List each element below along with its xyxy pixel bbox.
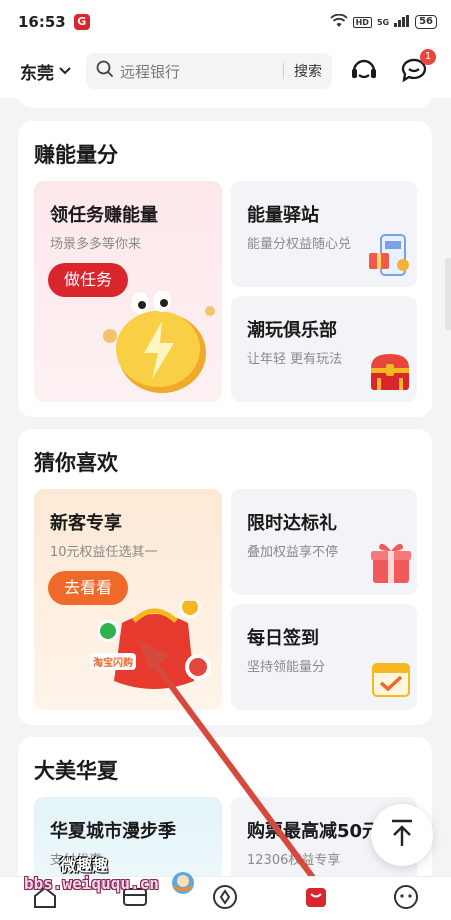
gift-phone-icon <box>367 231 413 285</box>
arrow-up-icon <box>388 818 416 852</box>
top-header: 东莞 远程银行 搜索 1 <box>0 44 451 98</box>
headset-icon <box>348 53 380 89</box>
treasure-chest-icon <box>367 348 413 398</box>
nav-discover[interactable] <box>205 879 245 919</box>
watermark-text: 微趣趣 <box>60 856 109 875</box>
brand-tag: 淘宝闪购 <box>90 653 136 670</box>
status-indicators: HD 5G 56 <box>329 13 437 31</box>
wifi-icon <box>329 13 348 31</box>
search-bar[interactable]: 远程银行 搜索 <box>86 53 332 89</box>
message-count-badge: 1 <box>420 49 436 65</box>
earn-points-section: 赚能量分 领任务赚能量 场景多多等你来 做任务 能量驿站 能量分权益随心兑 潮玩… <box>18 121 432 417</box>
section-title: 猜你喜欢 <box>34 451 118 475</box>
back-to-top-button[interactable] <box>371 804 433 866</box>
signal-icon <box>394 14 410 30</box>
city-label: 东莞 <box>20 63 54 84</box>
section-title: 赚能量分 <box>34 143 118 167</box>
app-notification-icon: G <box>73 14 90 30</box>
status-time: 16:53 <box>18 13 66 31</box>
trend-club-tile[interactable]: 潮玩俱乐部 让年轻 更有玩法 <box>231 296 417 402</box>
tile-subtitle: 12306权益专享 <box>247 853 341 868</box>
search-icon <box>96 60 114 82</box>
search-button[interactable]: 搜索 <box>294 61 322 81</box>
tile-title: 购票最高减50元 <box>247 821 381 842</box>
limited-reward-tile[interactable]: 限时达标礼 叠加权益享不停 <box>231 489 417 595</box>
energy-station-tile[interactable]: 能量驿站 能量分权益随心兑 <box>231 181 417 287</box>
watermark-url: bbs.weiququ.cn <box>24 874 159 893</box>
hd-indicator: HD <box>352 16 372 28</box>
forum-watermark: 微趣趣 bbs.weiququ.cn <box>24 852 194 902</box>
profile-icon <box>393 884 419 914</box>
search-divider <box>283 63 284 79</box>
tile-subtitle: 10元权益任选其一 <box>50 545 158 560</box>
status-bar: 16:53 G HD 5G 56 <box>0 0 451 44</box>
go-see-button[interactable]: 去看看 <box>48 571 129 605</box>
customer-service-button[interactable] <box>346 53 382 89</box>
city-selector[interactable]: 东莞 <box>20 59 72 84</box>
tile-title: 每日签到 <box>247 628 319 649</box>
new-customer-tile[interactable]: 新客专享 10元权益任选其一 去看看 淘宝闪购 <box>34 489 222 710</box>
tile-title: 领任务赚能量 <box>50 205 158 226</box>
messages-button[interactable]: 1 <box>396 49 436 89</box>
search-input[interactable]: 远程银行 <box>120 61 283 82</box>
nav-life[interactable] <box>296 879 336 919</box>
previous-section-card <box>18 92 432 108</box>
chevron-down-icon <box>58 61 72 81</box>
nav-mine[interactable] <box>386 879 426 919</box>
guess-you-like-section: 猜你喜欢 新客专享 10元权益任选其一 去看看 淘宝闪购 限时达标礼 叠加权益享… <box>18 429 432 725</box>
tile-subtitle: 坚持领能量分 <box>247 660 326 675</box>
compass-icon <box>212 884 238 914</box>
tile-title: 潮玩俱乐部 <box>247 320 337 341</box>
calendar-check-icon <box>369 656 413 704</box>
tile-title: 华夏城市漫步季 <box>50 821 176 842</box>
daily-checkin-tile[interactable]: 每日签到 坚持领能量分 <box>231 604 417 710</box>
tile-title: 新客专享 <box>50 513 122 534</box>
tile-subtitle: 场景多多等你来 <box>50 237 142 252</box>
tile-title: 限时达标礼 <box>247 513 337 534</box>
mascot-icon <box>170 870 196 900</box>
section-title: 大美华夏 <box>34 759 118 783</box>
battery-indicator: 56 <box>415 15 437 29</box>
bag-icon-active <box>303 884 329 914</box>
gift-box-icon <box>369 539 413 589</box>
network-type: 5G <box>376 17 390 27</box>
tile-subtitle: 让年轻 更有玩法 <box>247 352 343 367</box>
tile-subtitle: 叠加权益享不停 <box>247 545 339 560</box>
side-scroll-handle[interactable] <box>445 258 451 330</box>
tile-subtitle: 能量分权益随心兑 <box>247 237 352 252</box>
tile-title: 能量驿站 <box>247 205 319 226</box>
energy-coin-icon <box>100 290 220 400</box>
earn-tasks-tile[interactable]: 领任务赚能量 场景多多等你来 做任务 <box>34 181 222 402</box>
